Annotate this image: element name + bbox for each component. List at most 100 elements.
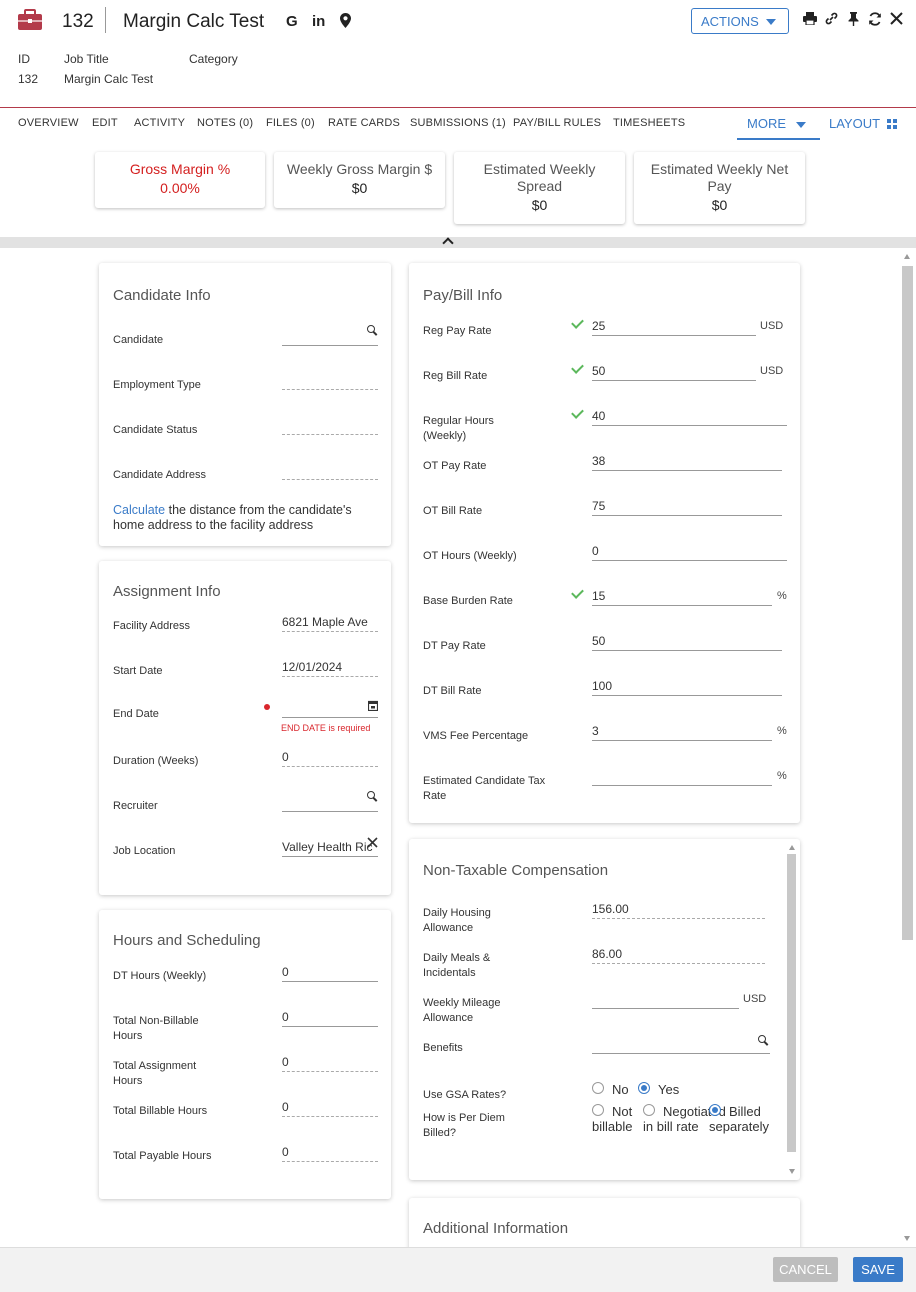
tab-edit[interactable]: EDIT [92,117,118,129]
end-date-error: END DATE is required [281,723,371,733]
link-icon[interactable] [825,12,838,25]
hours-scheduling-panel: Hours and Scheduling DT Hours (Weekly) 0… [99,910,391,1199]
close-icon[interactable] [890,12,903,25]
tab-rate-cards[interactable]: RATE CARDS [328,117,400,129]
recruiter-input[interactable] [282,811,378,812]
tab-submissions[interactable]: SUBMISSIONS (1) [410,117,506,129]
non-billable-input[interactable] [282,1026,378,1027]
refresh-icon[interactable] [868,12,882,26]
main-content: Candidate Info Candidate Employment Type… [0,248,916,1247]
collapse-summary-bar[interactable] [0,237,916,249]
scroll-down-arrow[interactable] [904,1236,910,1241]
vms-fee-input[interactable] [592,740,772,741]
gsa-no-label[interactable]: No [612,1082,629,1097]
ot-hours-value[interactable]: 0 [592,544,782,558]
dt-bill-value[interactable]: 100 [592,679,777,693]
save-button[interactable]: SAVE [853,1257,903,1282]
assignment-info-panel: Assignment Info Facility Address 6821 Ma… [99,561,391,895]
dt-pay-value[interactable]: 50 [592,634,777,648]
reg-pay-value[interactable]: 25 [592,319,752,333]
ot-pay-input[interactable] [592,470,782,471]
gsa-yes-label[interactable]: Yes [658,1082,679,1097]
dt-bill-input[interactable] [592,695,782,696]
card-label: Estimated Weekly Spread [483,161,596,194]
calculate-distance-text: Calculate the distance from the candidat… [113,503,383,533]
card-label: Gross Margin % [129,161,231,177]
check-icon [571,316,584,329]
benefits-input[interactable] [592,1053,770,1054]
reg-bill-input[interactable] [592,380,756,381]
dt-hours-label: DT Hours (Weekly) [113,970,207,982]
gsa-label: Use GSA Rates? [423,1089,507,1101]
google-icon[interactable]: G [286,13,298,30]
base-burden-input[interactable] [592,605,772,606]
search-icon[interactable] [758,1035,769,1046]
page-scrollbar[interactable] [902,266,913,940]
dt-hours-value[interactable]: 0 [282,965,378,979]
per-diem-negotiated-label[interactable]: Negotiated in bill rate [643,1104,726,1134]
candidate-status-field [282,434,378,435]
ot-bill-input[interactable] [592,515,782,516]
weekly-spread-card: Estimated Weekly Spread $0 [454,152,625,224]
panel-title: Additional Information [423,1220,569,1237]
ot-hours-label: OT Hours (Weekly) [423,550,517,562]
search-icon[interactable] [367,791,378,802]
duration-value: 0 [282,750,289,764]
mileage-input[interactable] [592,1008,739,1009]
scroll-up-arrow[interactable] [789,845,795,850]
regular-hours-label: Regular Hours (Weekly) [423,415,494,442]
tab-notes[interactable]: NOTES (0) [197,117,253,129]
tab-pay-bill-rules[interactable]: PAY/BILL RULES [513,117,601,129]
regular-hours-value[interactable]: 40 [592,409,782,423]
end-date-input[interactable] [282,717,378,718]
base-burden-value[interactable]: 15 [592,589,767,603]
dt-hours-input[interactable] [282,981,378,982]
non-billable-label: Total Non-Billable Hours [113,1015,199,1042]
calculate-link[interactable]: Calculate [113,503,165,517]
scroll-up-arrow[interactable] [904,254,910,259]
check-icon [571,361,584,374]
tab-activity[interactable]: ACTIVITY [134,117,185,129]
gsa-yes-radio[interactable] [638,1082,650,1094]
header-divider [105,7,106,33]
map-pin-icon[interactable] [340,13,351,28]
vms-fee-value[interactable]: 3 [592,724,767,738]
card-value: $0 [531,197,548,213]
scroll-down-arrow[interactable] [789,1169,795,1174]
regular-hours-input[interactable] [592,425,787,426]
grid-icon[interactable] [887,119,898,130]
tab-overview[interactable]: OVERVIEW [18,117,79,129]
ot-pay-value[interactable]: 38 [592,454,777,468]
reg-bill-label: Reg Bill Rate [423,370,488,382]
job-location-value[interactable]: Valley Health Ric [282,840,378,854]
clear-icon[interactable] [367,837,378,848]
per-diem-billed-separately-label[interactable]: Billed separately [709,1104,771,1134]
pin-icon[interactable] [848,12,859,26]
tab-layout[interactable]: LAYOUT [829,116,880,131]
search-icon[interactable] [367,325,378,336]
non-taxable-panel: Non-Taxable Compensation Daily Housing A… [409,839,800,1180]
actions-dropdown[interactable]: ACTIONS [691,8,789,34]
check-icon [571,586,584,599]
linkedin-icon[interactable]: in [312,13,325,30]
per-diem-not-billable-label[interactable]: Not billable [592,1104,638,1134]
cancel-button[interactable]: CANCEL [773,1257,838,1282]
ot-bill-value[interactable]: 75 [592,499,777,513]
job-location-input[interactable] [282,856,378,857]
tax-rate-input[interactable] [592,785,772,786]
panel-title: Non-Taxable Compensation [423,862,609,879]
panel-scrollbar[interactable] [787,854,796,1152]
candidate-input[interactable] [282,345,378,346]
ot-hours-input[interactable] [592,560,787,561]
non-billable-value[interactable]: 0 [282,1010,378,1024]
calendar-icon[interactable] [368,700,378,711]
print-icon[interactable] [803,12,817,25]
dt-pay-input[interactable] [592,650,782,651]
pay-bill-panel: Pay/Bill Info Reg Pay Rate 25 USD Reg Bi… [409,263,800,823]
reg-bill-value[interactable]: 50 [592,364,752,378]
tab-more[interactable]: MORE [737,113,820,140]
gsa-no-radio[interactable] [592,1082,604,1094]
tab-files[interactable]: FILES (0) [266,117,315,129]
reg-pay-input[interactable] [592,335,756,336]
tab-timesheets[interactable]: TIMESHEETS [613,117,685,129]
